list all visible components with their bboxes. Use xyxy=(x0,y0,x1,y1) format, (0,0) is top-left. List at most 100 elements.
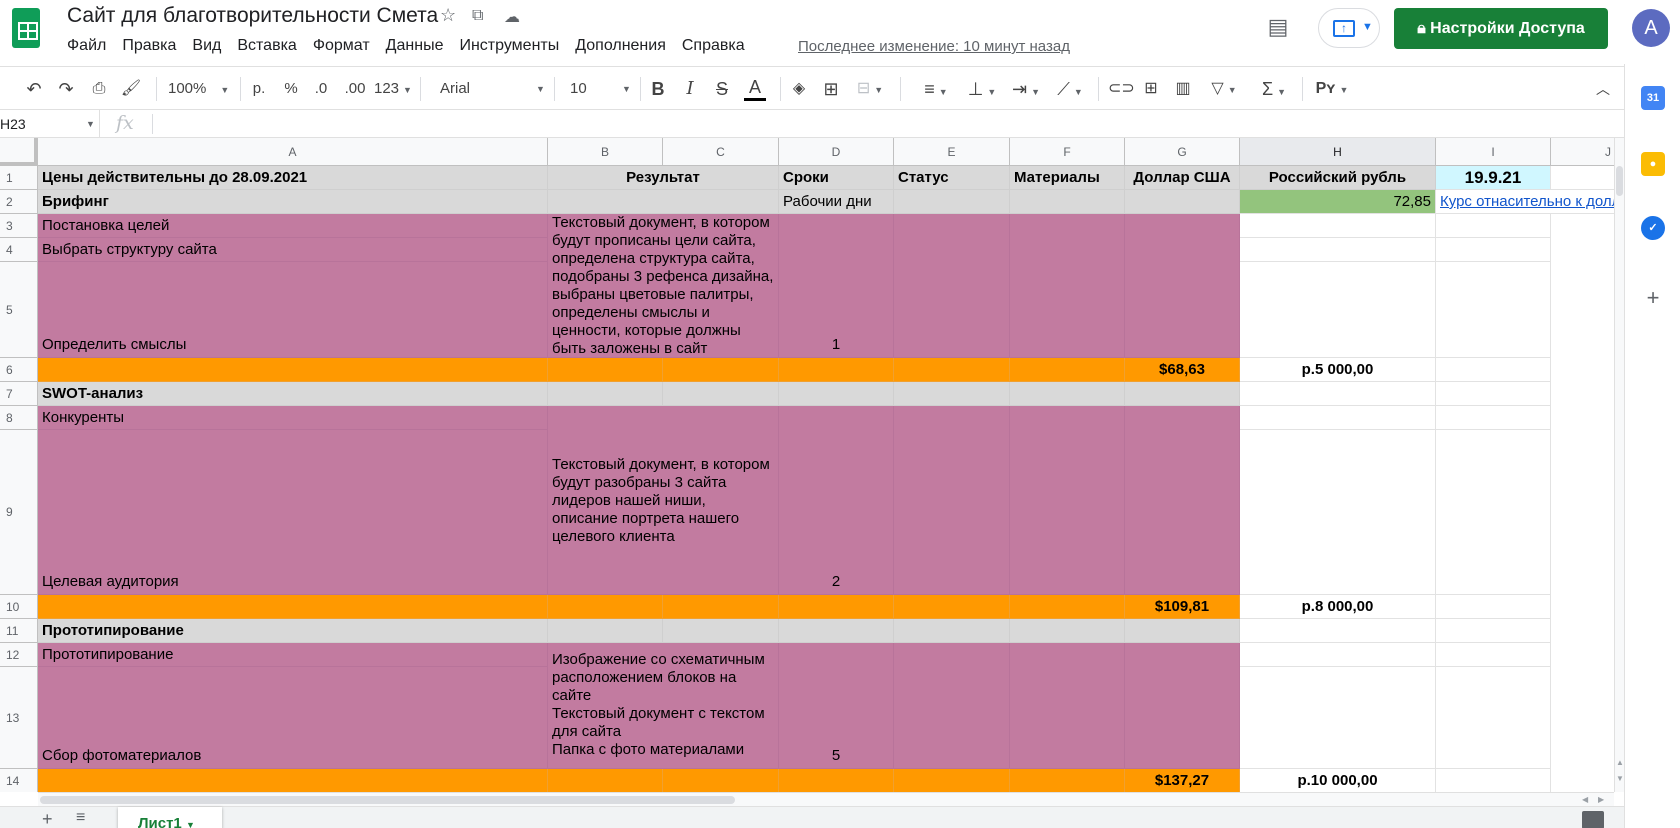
cell-a12[interactable]: Прототипирование xyxy=(38,643,548,667)
cell-g2[interactable] xyxy=(1125,190,1240,214)
cell-d5[interactable]: 1 xyxy=(779,214,894,358)
row-header-1[interactable]: 1 xyxy=(0,166,38,190)
horizontal-scrollbar[interactable]: ◀ ▶ xyxy=(38,792,1614,806)
sheets-logo-icon[interactable] xyxy=(12,8,40,48)
star-icon[interactable]: ☆ xyxy=(440,5,456,26)
cell-h12[interactable] xyxy=(1240,643,1436,667)
cell-e12[interactable] xyxy=(894,643,1010,769)
column-header-c[interactable]: C xyxy=(663,138,779,166)
cell-b1[interactable]: Результат xyxy=(548,166,779,190)
cell-h14[interactable]: р.10 000,00 xyxy=(1240,769,1436,792)
cell-g12[interactable] xyxy=(1125,643,1240,769)
menu-help[interactable]: Справка xyxy=(682,37,745,55)
vertical-align-icon[interactable]: ⊥ ▼ xyxy=(964,77,1000,101)
cell-h5[interactable] xyxy=(1240,262,1436,358)
cell-i8[interactable] xyxy=(1436,406,1551,430)
fill-color-icon[interactable]: ◈ xyxy=(788,77,810,101)
italic-icon[interactable]: I xyxy=(680,77,700,101)
cell-c7[interactable] xyxy=(663,382,779,406)
document-title[interactable]: Сайт для благотворительности Смета xyxy=(67,4,438,28)
cell-e6[interactable] xyxy=(894,358,1010,382)
collapse-menu-icon[interactable]: ︿ xyxy=(1592,77,1614,101)
menu-file[interactable]: Файл xyxy=(67,37,106,55)
cell-b14[interactable] xyxy=(548,769,663,792)
decrease-decimal-button[interactable]: .0 xyxy=(310,77,332,101)
cell-e2[interactable] xyxy=(894,190,1010,214)
row-header-14[interactable]: 14 xyxy=(0,769,38,792)
row-header-11[interactable]: 11 xyxy=(0,619,38,643)
cell-b12[interactable]: Изображение со схематичным расположением… xyxy=(548,643,779,769)
insert-link-icon[interactable]: ⊂⊃ xyxy=(1108,77,1135,101)
cell-a4[interactable]: Выбрать структуру сайта xyxy=(38,238,548,262)
row-header-12[interactable]: 12 xyxy=(0,643,38,667)
insert-chart-icon[interactable]: ▥ xyxy=(1172,77,1194,101)
cell-g10[interactable]: $109,81 xyxy=(1125,595,1240,619)
cell-a10[interactable] xyxy=(38,595,548,619)
cell-d7[interactable] xyxy=(779,382,894,406)
cell-d10[interactable] xyxy=(779,595,894,619)
row-header-8[interactable]: 8 xyxy=(0,406,38,430)
row-header-10[interactable]: 10 xyxy=(0,595,38,619)
cell-g3[interactable] xyxy=(1125,214,1240,358)
cell-i9[interactable] xyxy=(1436,430,1551,595)
paint-format-icon[interactable]: 🖌︎ xyxy=(119,77,143,101)
cell-f1[interactable]: Материалы xyxy=(1010,166,1125,190)
column-header-g[interactable]: G xyxy=(1125,138,1240,166)
cell-g11[interactable] xyxy=(1125,619,1240,643)
column-header-f[interactable]: F xyxy=(1010,138,1125,166)
cell-f8[interactable] xyxy=(1010,406,1125,595)
cell-d6[interactable] xyxy=(779,358,894,382)
column-header-i[interactable]: I xyxy=(1436,138,1551,166)
cell-g1[interactable]: Доллар США xyxy=(1125,166,1240,190)
font-family-select[interactable]: Arial ▼ xyxy=(440,77,545,101)
cell-d13[interactable]: 5 xyxy=(779,643,894,769)
cell-b6[interactable] xyxy=(548,358,663,382)
borders-icon[interactable]: ⊞ xyxy=(820,77,842,101)
insert-comment-icon[interactable]: ⊞ xyxy=(1140,77,1162,101)
cell-g8[interactable] xyxy=(1125,406,1240,595)
cell-e10[interactable] xyxy=(894,595,1010,619)
scroll-up-arrow-icon[interactable]: ▲ xyxy=(1616,758,1624,767)
column-header-h[interactable]: H xyxy=(1240,138,1436,166)
cell-a7[interactable]: SWOT-анализ xyxy=(38,382,548,406)
increase-decimal-button[interactable]: .00 xyxy=(342,77,368,101)
text-rotation-icon[interactable]: ⟋ ▼ xyxy=(1052,77,1088,101)
cell-i6[interactable] xyxy=(1436,358,1551,382)
merge-cells-icon[interactable]: ⊟ ▼ xyxy=(852,77,888,101)
tasks-icon[interactable]: ✓ xyxy=(1641,216,1665,240)
all-sheets-icon[interactable]: ≡ xyxy=(76,809,85,827)
more-formats-select[interactable]: 123 ▼ xyxy=(374,77,412,101)
currency-format-button[interactable]: р. xyxy=(250,77,268,101)
cell-i2[interactable]: Курс отнасительно к доллару xyxy=(1436,190,1614,214)
cell-i13[interactable] xyxy=(1436,667,1551,769)
menu-insert[interactable]: Вставка xyxy=(237,37,296,55)
horizontal-align-icon[interactable]: ≡ ▼ xyxy=(918,77,954,101)
column-header-j[interactable]: J xyxy=(1551,138,1614,166)
cell-f14[interactable] xyxy=(1010,769,1125,792)
cell-a3[interactable]: Постановка целей xyxy=(38,214,548,238)
column-header-d[interactable]: D xyxy=(779,138,894,166)
column-header-a[interactable]: A xyxy=(38,138,548,166)
cell-b11[interactable] xyxy=(548,619,663,643)
horizontal-scroll-thumb[interactable] xyxy=(40,796,735,804)
cell-d14[interactable] xyxy=(779,769,894,792)
zoom-select[interactable]: 100% ▼ xyxy=(168,77,232,101)
cloud-status-icon[interactable]: ☁ xyxy=(504,7,520,27)
font-size-select[interactable]: 10 ▼ xyxy=(570,77,632,101)
cell-f6[interactable] xyxy=(1010,358,1125,382)
share-button[interactable]: 🔒︎ Настройки Доступа xyxy=(1394,8,1608,49)
redo-icon[interactable]: ↷ xyxy=(54,77,78,101)
text-color-icon[interactable]: A xyxy=(744,77,766,101)
cell-h10[interactable]: р.8 000,00 xyxy=(1240,595,1436,619)
row-header-9[interactable]: 9 xyxy=(0,430,38,595)
cell-j1[interactable] xyxy=(1551,166,1614,190)
cell-f11[interactable] xyxy=(1010,619,1125,643)
cell-d9[interactable]: 2 xyxy=(779,406,894,595)
cell-h7[interactable] xyxy=(1240,382,1436,406)
cell-e11[interactable] xyxy=(894,619,1010,643)
explore-icon[interactable] xyxy=(1582,811,1604,828)
cell-h3[interactable] xyxy=(1240,214,1436,238)
cell-a1[interactable]: Цены действительны до 28.09.2021 xyxy=(38,166,548,190)
cell-i14[interactable] xyxy=(1436,769,1551,792)
cell-h1[interactable]: Российский рубль xyxy=(1240,166,1436,190)
